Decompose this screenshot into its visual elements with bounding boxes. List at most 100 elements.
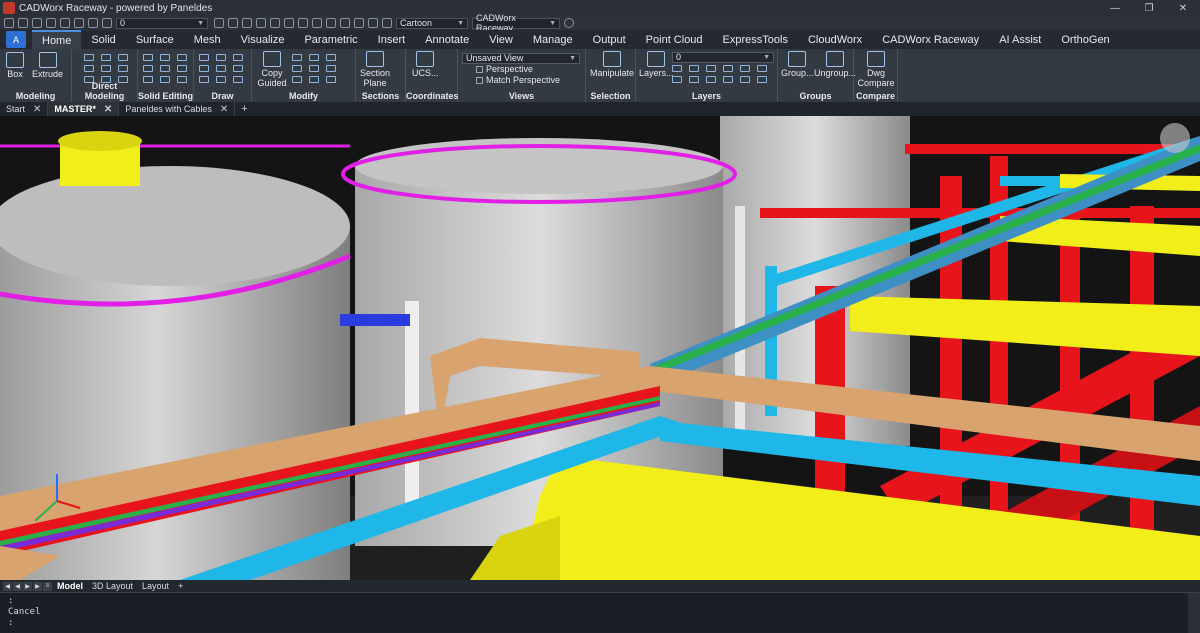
layer-tool-icon[interactable] [256, 18, 266, 28]
view-cube-icon[interactable] [326, 18, 336, 28]
tool-icon[interactable] [160, 65, 170, 72]
perspective-checkbox[interactable] [476, 66, 483, 73]
workspace-combo[interactable]: CADWorx Raceway ▼ [472, 13, 560, 33]
layer-tool-icon[interactable] [284, 18, 294, 28]
arc-icon[interactable] [199, 65, 209, 72]
box-button[interactable]: Box [6, 52, 24, 79]
spline-icon[interactable] [233, 76, 243, 83]
layer-tool-icon[interactable] [214, 18, 224, 28]
dwg-compare-button[interactable]: Dwg Compare [857, 51, 895, 88]
tab-annotate[interactable]: Annotate [415, 30, 479, 49]
search-icon[interactable] [564, 18, 574, 28]
layer-tool-icon[interactable] [723, 76, 733, 83]
polygon-icon[interactable] [199, 76, 209, 83]
tool-icon[interactable] [84, 65, 94, 72]
circle-icon[interactable] [233, 54, 243, 61]
layer-tool-icon[interactable] [757, 76, 767, 83]
layer-tool-icon[interactable] [740, 65, 750, 72]
perspective-option[interactable]: Perspective [462, 64, 580, 75]
tool-icon[interactable] [143, 65, 153, 72]
command-scrollbar[interactable] [1188, 593, 1200, 633]
close-button[interactable]: ✕ [1166, 0, 1200, 16]
layer-tool-icon[interactable] [689, 65, 699, 72]
view-cube-icon[interactable] [354, 18, 364, 28]
mirror-icon[interactable] [309, 65, 319, 72]
copy-icon[interactable] [292, 65, 302, 72]
view-cube-icon[interactable] [312, 18, 322, 28]
layout-tab-3d-layout[interactable]: 3D Layout [88, 581, 137, 591]
tab-manage[interactable]: Manage [523, 30, 583, 49]
redo-icon[interactable] [88, 18, 98, 28]
command-prompt[interactable]: : [8, 618, 1192, 629]
last-layout-icon[interactable]: ▶ [33, 581, 42, 591]
tab-solid[interactable]: Solid [81, 30, 125, 49]
fillet-icon[interactable] [326, 65, 336, 72]
tab-cloudworx[interactable]: CloudWorx [798, 30, 872, 49]
minimize-button[interactable]: — [1098, 0, 1132, 16]
layer-tool-icon[interactable] [672, 76, 682, 83]
ucs-button[interactable]: UCS... [412, 51, 439, 78]
tool-icon[interactable] [101, 65, 111, 72]
layer-tool-icon[interactable] [706, 65, 716, 72]
close-icon[interactable]: ✕ [33, 104, 41, 115]
tab-view[interactable]: View [479, 30, 523, 49]
ungroup-button[interactable]: Ungroup... [814, 51, 856, 78]
scale-icon[interactable] [309, 76, 319, 83]
new-file-icon[interactable] [4, 18, 14, 28]
layer-combo-ribbon[interactable]: 0 ▼ [672, 52, 774, 63]
layer-tool-icon[interactable] [689, 76, 699, 83]
add-layout-plus-icon[interactable]: + [174, 581, 187, 591]
stretch-icon[interactable] [292, 76, 302, 83]
print-icon[interactable] [60, 18, 70, 28]
layer-tool-icon[interactable] [270, 18, 280, 28]
rotate-icon[interactable] [309, 54, 319, 61]
view-cube-icon[interactable] [368, 18, 378, 28]
doc-tab-master[interactable]: MASTER* ✕ [48, 102, 120, 116]
layer-tool-icon[interactable] [723, 65, 733, 72]
tab-ai-assist[interactable]: AI Assist [989, 30, 1051, 49]
layout-list-icon[interactable]: ≡ [43, 581, 52, 591]
match-perspective-option[interactable]: Match Perspective [462, 75, 580, 86]
layer-tool-icon[interactable] [757, 65, 767, 72]
tool-icon[interactable] [160, 76, 170, 83]
group-button[interactable]: Group... [781, 51, 814, 78]
tab-parametric[interactable]: Parametric [294, 30, 367, 49]
model-viewport[interactable] [0, 116, 1200, 580]
command-line[interactable]: : Cancel : [0, 592, 1200, 633]
tool-icon[interactable] [84, 54, 94, 61]
manipulate-button[interactable]: Manipulate [590, 51, 634, 78]
tab-cadworx-raceway[interactable]: CADWorx Raceway [872, 30, 989, 49]
tool-icon[interactable] [160, 54, 170, 61]
layout-tab-layout[interactable]: Layout [138, 581, 173, 591]
extrude-button[interactable]: Extrude [32, 52, 63, 79]
tool-icon[interactable] [177, 54, 187, 61]
layer-tool-icon[interactable] [672, 65, 682, 72]
close-icon[interactable]: ✕ [104, 104, 112, 115]
layer-tool-icon[interactable] [740, 76, 750, 83]
section-plane-button[interactable]: Section Plane [359, 51, 391, 88]
rectangle-icon[interactable] [216, 65, 226, 72]
layer-tool-icon[interactable] [242, 18, 252, 28]
move-icon[interactable] [292, 54, 302, 61]
close-icon[interactable]: ✕ [220, 104, 228, 115]
new-tab-plus-icon[interactable]: + [235, 102, 253, 116]
prev-layout-icon[interactable]: ◀ [13, 581, 22, 591]
viewcube-icon[interactable] [1160, 123, 1190, 153]
view-cube-icon[interactable] [340, 18, 350, 28]
tool-icon[interactable] [118, 65, 128, 72]
visual-style-combo[interactable]: Cartoon ▼ [396, 17, 468, 29]
open-file-icon[interactable] [18, 18, 28, 28]
tab-insert[interactable]: Insert [368, 30, 416, 49]
doc-tab-start[interactable]: Start ✕ [0, 102, 49, 116]
line-icon[interactable] [199, 54, 209, 61]
polyline-icon[interactable] [216, 54, 226, 61]
tab-expresstools[interactable]: ExpressTools [713, 30, 798, 49]
layer-tool-icon[interactable] [298, 18, 308, 28]
restore-button[interactable]: ❐ [1132, 0, 1166, 16]
view-combo[interactable]: Unsaved View ▼ [462, 53, 580, 64]
tool-icon[interactable] [143, 54, 153, 61]
copy-guided-button[interactable]: Copy Guided [256, 51, 288, 88]
doc-tab-paneldes-with-cables[interactable]: Paneldes with Cables ✕ [119, 102, 236, 116]
tab-mesh[interactable]: Mesh [184, 30, 231, 49]
save-icon[interactable] [32, 18, 42, 28]
